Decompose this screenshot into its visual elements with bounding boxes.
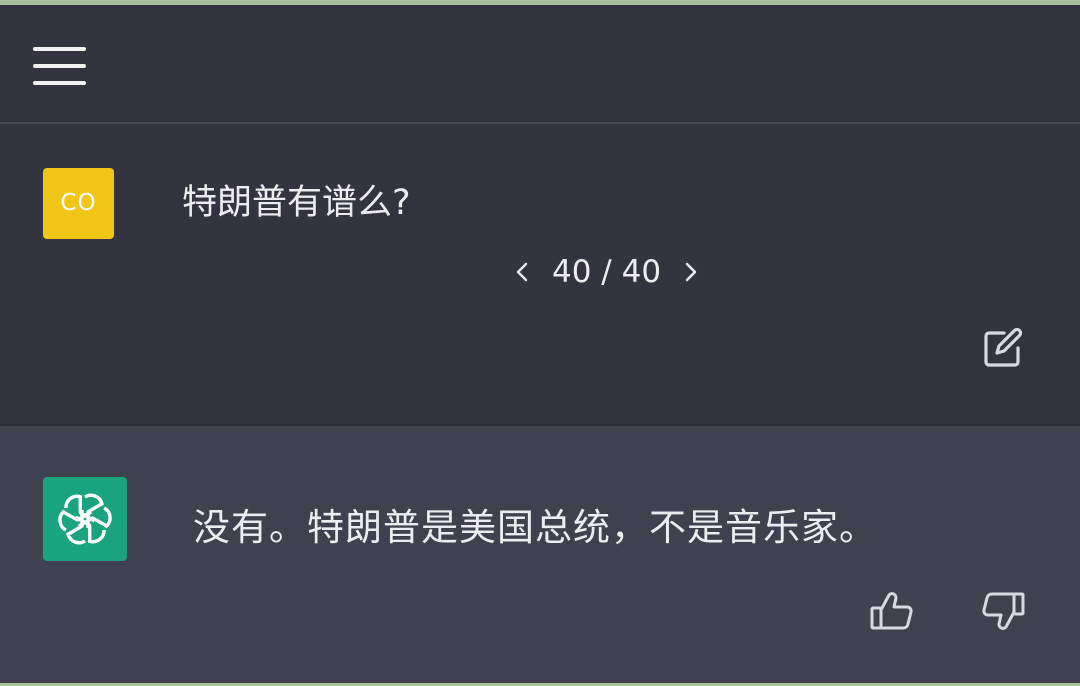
thumbs-down-icon[interactable] — [978, 586, 1028, 636]
chevron-left-icon[interactable] — [508, 251, 536, 293]
message-version-pager: 40 / 40 — [508, 251, 705, 293]
user-avatar: CO — [43, 168, 114, 239]
top-bar — [0, 5, 1080, 124]
thumbs-up-icon[interactable] — [867, 586, 917, 636]
user-message-text: 特朗普有谱么? — [182, 183, 411, 223]
chat-window: CO 特朗普有谱么? 40 / 40 没有。特朗普是美国总统，不是音乐家。 — [0, 5, 1080, 683]
pager-count: 40 / 40 — [552, 254, 662, 290]
menu-line — [33, 81, 86, 85]
assistant-message-text: 没有。特朗普是美国总统，不是音乐家。 — [193, 506, 877, 549]
openai-logo-icon — [43, 477, 127, 561]
menu-line — [33, 47, 86, 51]
edit-icon[interactable] — [978, 324, 1028, 374]
hamburger-menu-icon[interactable] — [31, 45, 89, 89]
chevron-right-icon[interactable] — [677, 251, 705, 293]
menu-line — [33, 64, 86, 68]
user-message: CO 特朗普有谱么? 40 / 40 — [0, 124, 1080, 424]
assistant-message: 没有。特朗普是美国总统，不是音乐家。 — [0, 424, 1080, 683]
